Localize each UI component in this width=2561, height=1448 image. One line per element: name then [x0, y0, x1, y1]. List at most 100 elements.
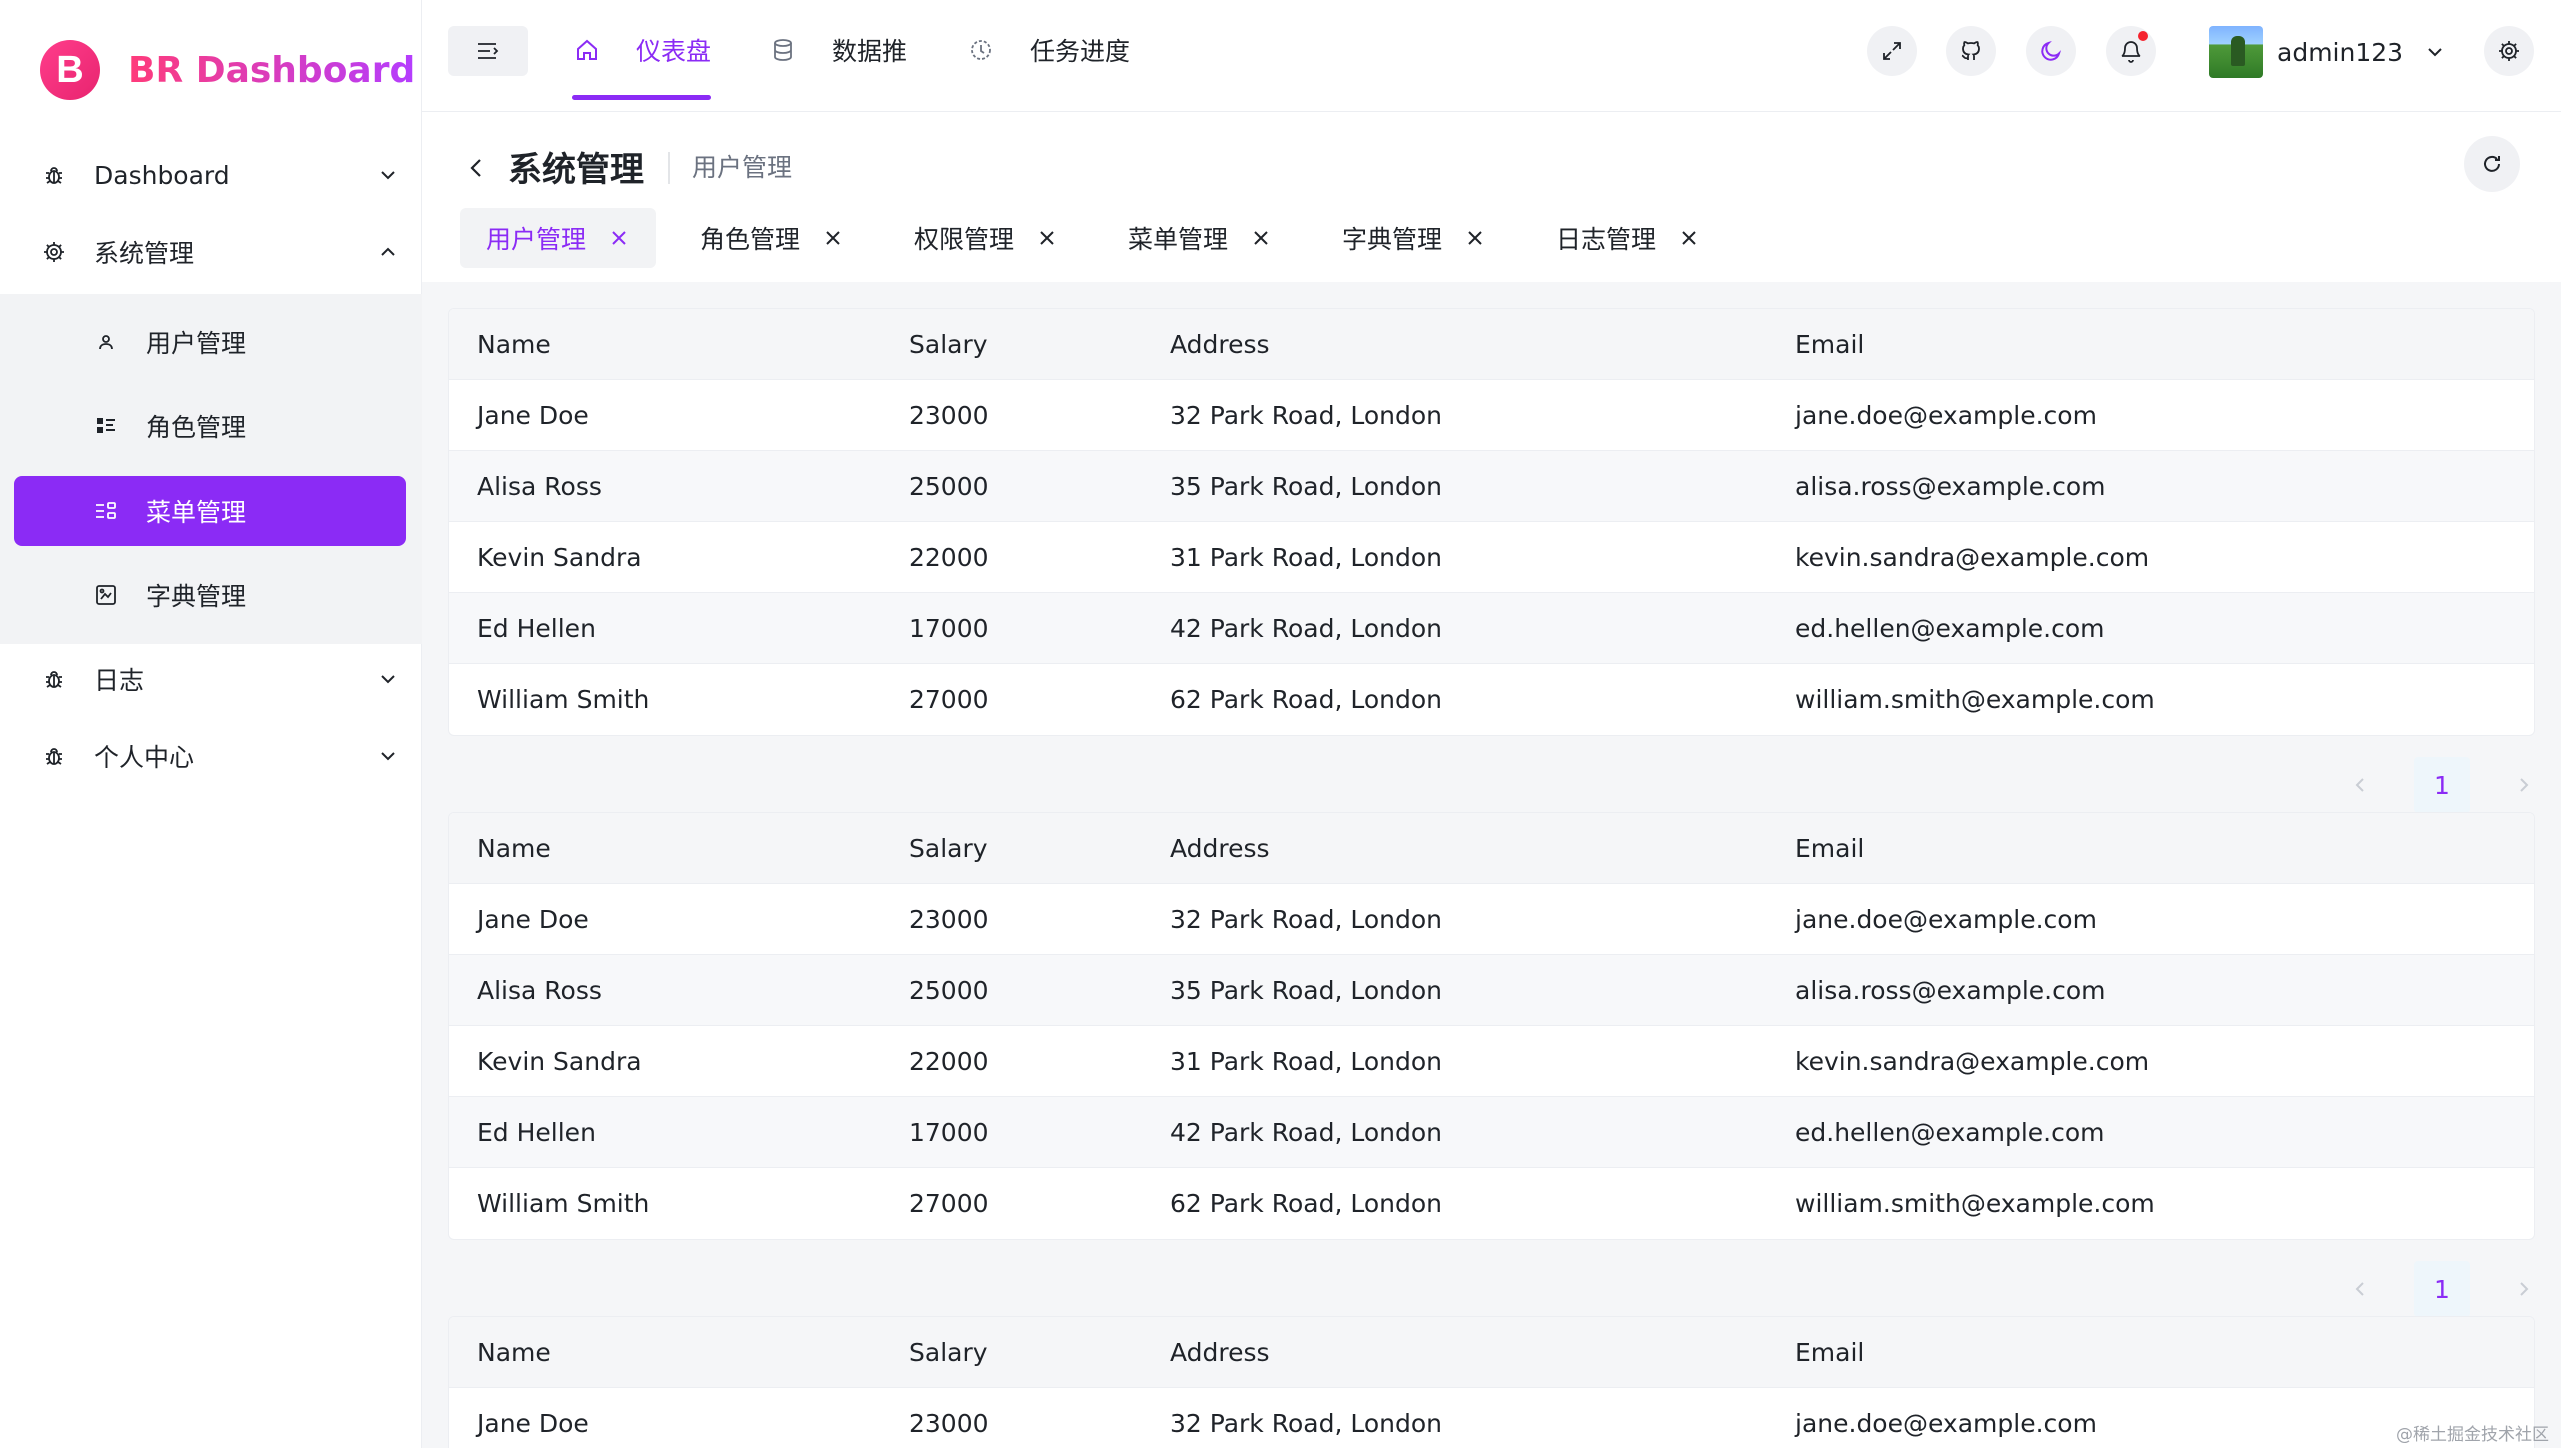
cell-name: William Smith — [477, 685, 650, 714]
tab-role-management[interactable]: 角色管理 — [674, 208, 870, 268]
sidebar-item-label: 用户管理 — [146, 329, 247, 358]
logo-badge: B — [40, 40, 100, 100]
top-header: 仪表盘 数据推 任务进度 admin123 — [422, 0, 2561, 112]
cell-salary: 27000 — [909, 1189, 989, 1218]
column-header-salary: Salary — [909, 329, 988, 359]
sidebar-item-menu-management[interactable]: 菜单管理 — [14, 476, 406, 546]
cell-name: Alisa Ross — [477, 471, 602, 501]
close-icon[interactable] — [822, 227, 844, 249]
sidebar-group-profile[interactable]: 个人中心 — [0, 720, 422, 792]
cell-email: alisa.ross@example.com — [1795, 471, 2106, 501]
pagination: 1 — [2340, 1260, 2544, 1318]
sidebar-group-label: 系统管理 — [94, 239, 195, 268]
page-title: 系统管理 — [508, 150, 644, 190]
menu-fold-icon — [478, 43, 499, 59]
prev-page-button[interactable] — [2340, 1260, 2380, 1318]
topnav-label: 数据推 — [832, 37, 908, 66]
cell-address: 32 Park Road, London — [1170, 400, 1442, 430]
bug-icon — [40, 742, 68, 770]
chevron-down-icon — [376, 744, 400, 768]
topnav-label: 任务进度 — [1030, 37, 1131, 66]
github-icon — [1961, 41, 1980, 60]
sidebar-group-system[interactable]: 系统管理 — [0, 216, 422, 288]
data-table: Name Salary Address Email Jane Doe 23000… — [448, 1316, 2535, 1448]
data-table: Name Salary Address Email Jane Doe 23000… — [448, 812, 2535, 1240]
close-icon[interactable] — [1678, 227, 1700, 249]
refresh-button[interactable] — [2464, 136, 2520, 192]
tab-label: 菜单管理 — [1128, 225, 1229, 254]
user-name: admin123 — [2277, 37, 2404, 67]
data-table: Name Salary Address Email Jane Doe 23000… — [448, 308, 2535, 736]
cell-address: 42 Park Road, London — [1170, 613, 1442, 643]
cell-salary: 25000 — [909, 975, 989, 1005]
cell-email: kevin.sandra@example.com — [1795, 1046, 2150, 1076]
chevron-left-icon — [2355, 1282, 2364, 1296]
fullscreen-icon — [1883, 42, 1901, 60]
table-header-row: Name Salary Address Email — [449, 1317, 2534, 1388]
column-header-name: Name — [477, 329, 551, 359]
close-icon[interactable] — [1036, 227, 1058, 249]
tab-user-management[interactable]: 用户管理 — [460, 208, 657, 268]
logo-letter: B — [56, 48, 84, 91]
tab-label: 权限管理 — [914, 225, 1015, 254]
table-row: Ed Hellen 17000 42 Park Road, London ed.… — [449, 1097, 2534, 1168]
column-header-address: Address — [1170, 329, 1270, 359]
tab-label: 用户管理 — [486, 225, 587, 254]
tab-menu-management[interactable]: 菜单管理 — [1102, 208, 1298, 268]
cell-email: alisa.ross@example.com — [1795, 975, 2106, 1005]
tab-dictionary-management[interactable]: 字典管理 — [1316, 208, 1512, 268]
topnav-task-progress[interactable]: 任务进度 — [966, 0, 1130, 100]
cell-address: 31 Park Road, London — [1170, 1046, 1442, 1076]
sidebar-item-dictionary-management[interactable]: 字典管理 — [14, 560, 406, 630]
column-header-name: Name — [477, 833, 551, 863]
dark-mode-button[interactable] — [2026, 26, 2076, 76]
chevron-down-icon — [2423, 40, 2447, 64]
refresh-icon — [2484, 155, 2500, 172]
user-menu[interactable]: admin123 — [2209, 26, 2447, 78]
table-row: Jane Doe 23000 32 Park Road, London jane… — [449, 1388, 2534, 1448]
progress-icon — [966, 35, 996, 65]
close-icon[interactable] — [608, 227, 630, 249]
table-row: William Smith 27000 62 Park Road, London… — [449, 664, 2534, 735]
table-row: Alisa Ross 25000 35 Park Road, London al… — [449, 955, 2534, 1026]
sidebar-item-user-management[interactable]: 用户管理 — [14, 307, 406, 377]
page-number-button[interactable]: 1 — [2414, 757, 2470, 813]
notifications-button[interactable] — [2106, 26, 2156, 76]
table-row: Alisa Ross 25000 35 Park Road, London al… — [449, 451, 2534, 522]
column-header-salary: Salary — [909, 833, 988, 863]
prev-page-button[interactable] — [2340, 756, 2380, 814]
column-header-salary: Salary — [909, 1337, 988, 1367]
avatar — [2209, 26, 2263, 78]
cell-name: Alisa Ross — [477, 975, 602, 1005]
github-button[interactable] — [1946, 26, 1996, 76]
role-list-icon — [92, 412, 120, 440]
app-logo[interactable]: B BR Dashboard — [40, 40, 415, 100]
next-page-button[interactable] — [2504, 756, 2544, 814]
column-header-address: Address — [1170, 833, 1270, 863]
close-icon[interactable] — [1464, 227, 1486, 249]
tab-permission-management[interactable]: 权限管理 — [888, 208, 1084, 268]
tab-log-management[interactable]: 日志管理 — [1530, 208, 1726, 268]
sidebar-group-logs[interactable]: 日志 — [0, 643, 422, 715]
topnav-dashboard[interactable]: 仪表盘 — [572, 0, 712, 100]
sidebar-group-dashboard[interactable]: Dashboard — [0, 139, 422, 211]
chevron-up-icon — [376, 240, 400, 264]
moon-icon — [2041, 40, 2062, 61]
watermark: @稀土掘金技术社区 — [2396, 1425, 2549, 1445]
table-row: Jane Doe 23000 32 Park Road, London jane… — [449, 380, 2534, 451]
back-button[interactable] — [462, 148, 490, 188]
table-header-row: Name Salary Address Email — [449, 309, 2534, 380]
fullscreen-button[interactable] — [1867, 26, 1917, 76]
topnav-data-push[interactable]: 数据推 — [768, 0, 907, 100]
sidebar-collapse-button[interactable] — [448, 26, 528, 76]
page-number-button[interactable]: 1 — [2414, 1261, 2470, 1317]
close-icon[interactable] — [1250, 227, 1272, 249]
next-page-button[interactable] — [2504, 1260, 2544, 1318]
user-icon — [92, 328, 120, 356]
settings-button[interactable] — [2484, 26, 2534, 76]
sidebar-item-role-management[interactable]: 角色管理 — [14, 391, 406, 461]
cell-email: jane.doe@example.com — [1795, 1409, 2097, 1438]
chevron-down-icon — [376, 163, 400, 187]
tab-label: 角色管理 — [700, 225, 801, 254]
bug-icon — [40, 161, 68, 189]
